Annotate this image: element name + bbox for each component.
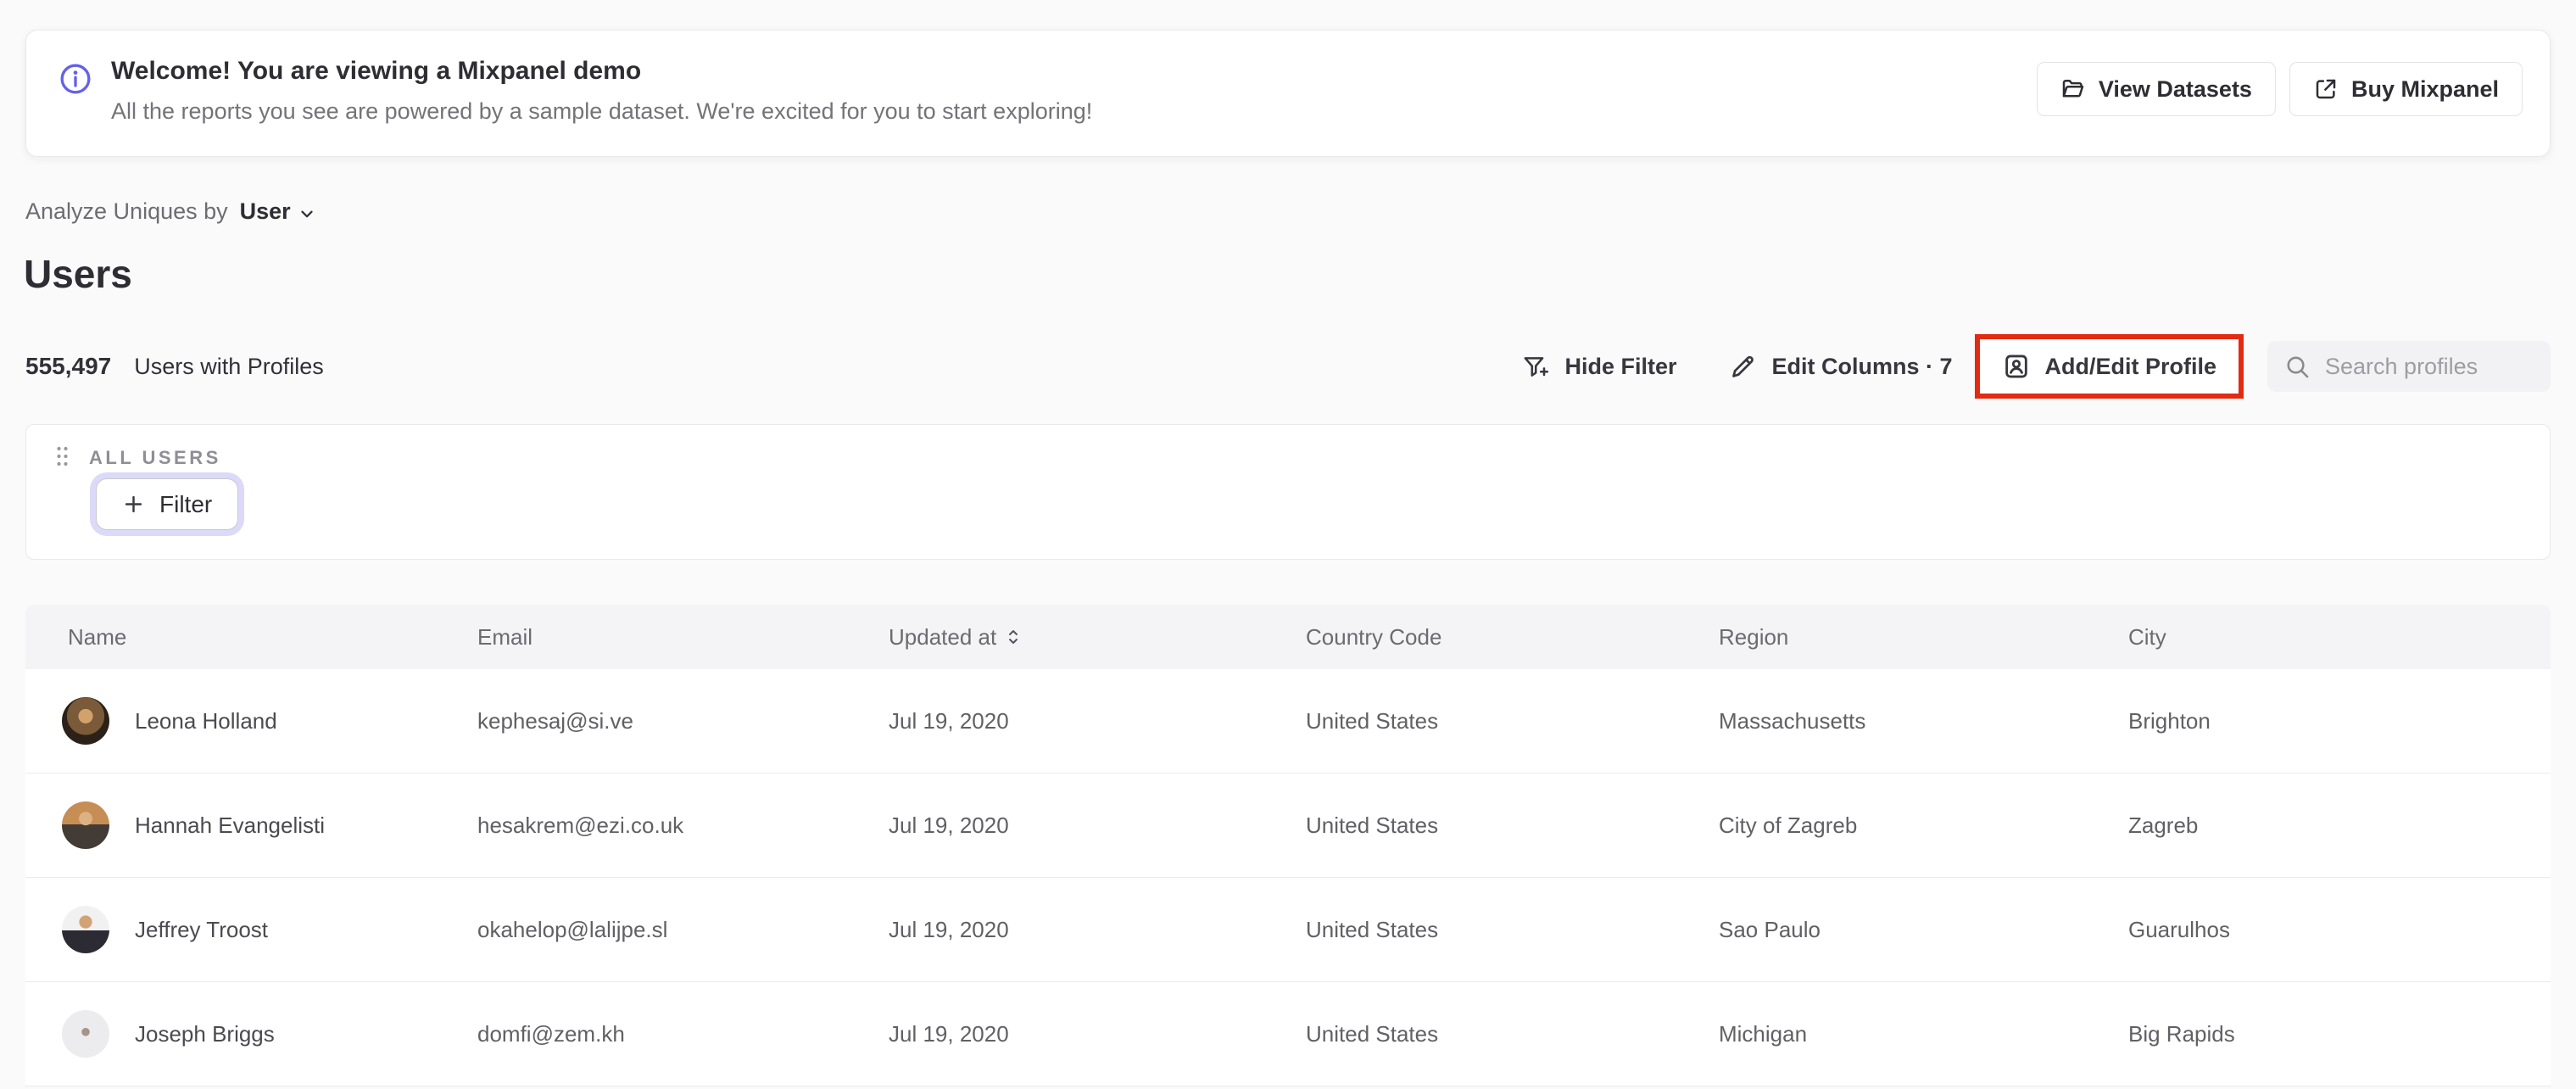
add-edit-profile-button-highlighted[interactable]: Add/Edit Profile [1974,334,2244,399]
buy-mixpanel-button[interactable]: Buy Mixpanel [2289,62,2523,116]
user-updated-at: Jul 19, 2020 [889,916,1009,942]
analyze-uniques-by: Analyze Uniques by User [25,198,316,225]
view-datasets-button[interactable]: View Datasets [2036,62,2276,116]
welcome-banner: Welcome! You are viewing a Mixpanel demo… [25,30,2551,157]
profile-count-label: Users with Profiles [134,353,324,379]
search-profiles-field[interactable] [2267,341,2551,392]
user-updated-at: Jul 19, 2020 [889,1020,1009,1047]
user-email: domfi@zem.kh [477,1020,625,1047]
sort-icon[interactable] [1006,625,1020,649]
user-city: Big Rapids [2128,1020,2235,1047]
user-country-code: United States [1306,812,1439,838]
user-name: Jeffrey Troost [135,916,269,942]
banner-subtitle: All the reports you see are powered by a… [111,98,1093,124]
column-header-region[interactable]: Region [1719,624,2128,651]
users-table: Name Email Updated at Country Code Regio… [25,605,2551,1086]
avatar [62,1010,109,1058]
user-city: Brighton [2128,707,2211,734]
column-header-name[interactable]: Name [25,624,477,651]
user-name: Hannah Evangelisti [135,812,326,838]
column-header-city[interactable]: City [2128,624,2551,651]
page-title: Users [24,252,132,296]
column-header-country-code[interactable]: Country Code [1306,624,1719,651]
edit-columns-button[interactable]: Edit Columns · 7 [1729,353,1953,381]
filter-funnel-icon [1522,353,1550,381]
search-input[interactable] [2325,353,2534,380]
user-name: Joseph Briggs [135,1020,275,1047]
user-updated-at: Jul 19, 2020 [889,707,1009,734]
external-link-icon [2313,76,2339,102]
table-header-row: Name Email Updated at Country Code Regio… [25,605,2551,669]
add-edit-profile-label: Add/Edit Profile [2044,353,2217,379]
view-datasets-label: View Datasets [2098,75,2252,102]
user-region: Michigan [1719,1020,1808,1047]
chevron-down-icon[interactable] [298,204,316,223]
buy-mixpanel-label: Buy Mixpanel [2350,75,2499,102]
user-city: Zagreb [2128,812,2199,838]
user-country-code: United States [1306,916,1439,942]
updated-at-label: Updated at [889,623,997,650]
column-header-email[interactable]: Email [477,624,889,651]
profile-count: 555,497 [25,353,112,379]
drag-handle-icon[interactable] [55,444,70,468]
table-row[interactable]: Joseph Briggs domfi@zem.kh Jul 19, 2020 … [25,982,2551,1086]
table-row[interactable]: Hannah Evangelisti hesakrem@ezi.co.uk Ju… [25,773,2551,878]
user-region: City of Zagreb [1719,812,1858,838]
user-region: Massachusetts [1719,707,1866,734]
profile-card-icon [2002,352,2031,381]
toolbar: Hide Filter Edit Columns · 7 Add/Edit Pr… [1522,334,2551,399]
user-email: okahelop@lalijpe.sl [477,916,668,942]
edit-columns-label: Edit Columns · 7 [1771,353,1953,379]
controls-row: 555,497 Users with Profiles Hide Filter … [25,333,2551,399]
user-country-code: United States [1306,1020,1439,1047]
table-row[interactable]: Leona Holland kephesaj@si.ve Jul 19, 202… [25,669,2551,773]
analyze-label: Analyze Uniques by [25,198,228,224]
user-country-code: United States [1306,707,1439,734]
folder-icon [2060,76,2086,102]
banner-title: Welcome! You are viewing a Mixpanel demo [111,57,642,85]
column-header-updated-at[interactable]: Updated at [889,624,1306,651]
hide-filter-button[interactable]: Hide Filter [1522,353,1676,381]
pencil-icon [1729,353,1757,381]
avatar [62,697,109,745]
user-updated-at: Jul 19, 2020 [889,812,1009,838]
user-name: Leona Holland [135,707,277,734]
add-filter-button[interactable]: Filter [96,478,239,530]
plus-icon [122,493,145,516]
search-icon [2284,354,2311,380]
avatar [62,906,109,953]
hide-filter-label: Hide Filter [1564,353,1677,379]
table-row[interactable]: Jeffrey Troost okahelop@lalijpe.sl Jul 1… [25,878,2551,982]
info-icon [59,62,92,96]
add-filter-label: Filter [159,490,213,517]
user-region: Sao Paulo [1719,916,1820,942]
avatar [62,801,109,849]
user-city: Guarulhos [2128,916,2230,942]
filter-panel: ALL USERS Filter [25,424,2551,560]
user-email: kephesaj@si.ve [477,707,633,734]
analyze-value-dropdown[interactable]: User [240,198,291,225]
user-email: hesakrem@ezi.co.uk [477,812,684,838]
all-users-group-label: ALL USERS [89,447,221,468]
